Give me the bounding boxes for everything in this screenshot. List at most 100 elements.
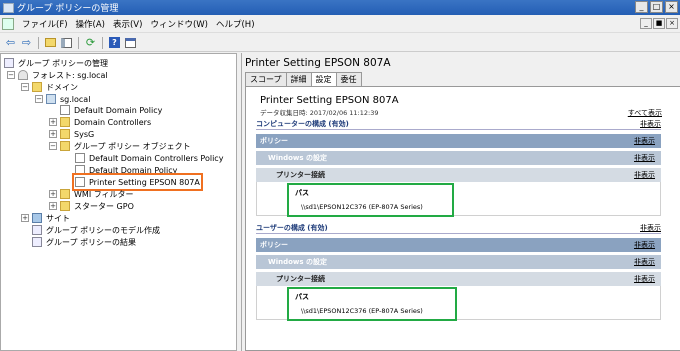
mmc-document-icon — [2, 17, 14, 30]
hide-link[interactable]: 非表示 — [634, 274, 655, 284]
details-title: Printer Setting EPSON 807A — [245, 57, 391, 69]
title-bar: グループ ポリシーの管理 _ □ × — [0, 0, 680, 15]
tree-root-label: グループ ポリシーの管理 — [18, 58, 109, 68]
section-label: コンピューターの構成 (有効) — [256, 120, 349, 128]
gpo-icon — [75, 165, 85, 175]
window-title: グループ ポリシーの管理 — [17, 4, 119, 14]
hide-link[interactable]: 非表示 — [634, 240, 655, 250]
tree-item-label: グループ ポリシーのモデル作成 — [46, 225, 161, 235]
collapse-icon[interactable]: − — [21, 83, 29, 91]
ou-icon — [60, 117, 70, 127]
collapse-icon[interactable]: − — [35, 95, 43, 103]
collapse-icon[interactable]: − — [7, 71, 15, 79]
modeling-icon — [32, 225, 42, 235]
hide-link[interactable]: 非表示 — [640, 119, 661, 129]
menu-window[interactable]: ウィンドウ(W) — [146, 18, 212, 30]
menu-view[interactable]: 表示(V) — [109, 18, 146, 30]
menu-help[interactable]: ヘルプ(H) — [212, 18, 259, 30]
tree-gpo-ddp[interactable]: Default Domain Policy — [75, 164, 177, 176]
toolbar: ⇦ ⇨ ⟳ ? — [0, 34, 680, 52]
tab-delegation[interactable]: 委任 — [335, 72, 362, 86]
close-button[interactable]: × — [665, 1, 678, 13]
tree-forest-label: フォレスト: sg.local — [32, 70, 108, 80]
expand-icon[interactable]: + — [21, 214, 29, 222]
expand-icon[interactable]: + — [49, 130, 57, 138]
bar-label: Windows の設定 — [268, 154, 327, 162]
details-pane: Printer Setting EPSON 807A スコープ 詳細 設定 委任… — [241, 53, 680, 351]
tree-item-label: Default Domain Controllers Policy — [89, 153, 224, 163]
hide-link[interactable]: 非表示 — [640, 223, 661, 233]
menu-bar: ファイル(F) 操作(A) 表示(V) ウィンドウ(W) ヘルプ(H) _ ■ … — [0, 15, 680, 33]
collapse-icon[interactable]: − — [49, 142, 57, 150]
tree-gpo-printer-setting[interactable]: Printer Setting EPSON 807A — [72, 173, 203, 191]
tree-gp-modeling[interactable]: グループ ポリシーのモデル作成 — [32, 224, 160, 236]
show-all-link[interactable]: すべて表示 — [628, 108, 662, 118]
printer-connections-bar: プリンター接続 非表示 — [256, 272, 661, 286]
gpo-icon — [75, 153, 85, 163]
tree-item-label: グループ ポリシーの結果 — [46, 237, 137, 247]
hide-link[interactable]: 非表示 — [634, 136, 655, 146]
up-folder-icon[interactable] — [44, 36, 57, 49]
settings-report: Printer Setting EPSON 807A データ収集日時: 2017… — [245, 86, 680, 351]
tree-gpo-ddcp[interactable]: Default Domain Controllers Policy — [75, 152, 223, 164]
tree-item-label: Default Domain Policy — [89, 165, 178, 175]
bar-label: プリンター接続 — [276, 275, 325, 283]
expand-icon[interactable]: + — [49, 190, 57, 198]
windows-settings-bar: Windows の設定 非表示 — [256, 255, 661, 269]
hide-link[interactable]: 非表示 — [634, 257, 655, 267]
properties-icon[interactable] — [124, 36, 137, 49]
help-icon[interactable]: ? — [108, 36, 121, 49]
mdi-restore-button[interactable]: ■ — [653, 18, 665, 29]
minimize-button[interactable]: _ — [635, 1, 648, 13]
tree-item-label: グループ ポリシー オブジェクト — [74, 141, 191, 151]
menu-file[interactable]: ファイル(F) — [18, 18, 72, 30]
bar-label: ポリシー — [260, 137, 288, 145]
highlight-box — [287, 183, 454, 217]
tree-domain-controllers[interactable]: + Domain Controllers — [49, 116, 151, 128]
report-title: Printer Setting EPSON 807A — [260, 95, 399, 106]
hide-link[interactable]: 非表示 — [634, 170, 655, 180]
mdi-minimize-button[interactable]: _ — [640, 18, 652, 29]
gpo-link-icon — [60, 105, 70, 115]
tree-gpo-objects[interactable]: − グループ ポリシー オブジェクト — [49, 140, 191, 152]
gpo-icon — [75, 177, 85, 187]
tree-sysg[interactable]: + SysG — [49, 128, 94, 140]
refresh-icon[interactable]: ⟳ — [84, 36, 97, 49]
tab-details[interactable]: 詳細 — [285, 72, 312, 86]
tree-default-domain-policy-link[interactable]: Default Domain Policy — [60, 104, 162, 116]
bar-label: プリンター接続 — [276, 171, 325, 179]
tree-root[interactable]: グループ ポリシーの管理 — [4, 57, 108, 69]
forward-icon[interactable]: ⇨ — [20, 36, 33, 49]
tree-item-label: WMI フィルター — [74, 189, 134, 199]
expand-icon[interactable]: + — [49, 118, 57, 126]
maximize-button[interactable]: □ — [650, 1, 663, 13]
folder-icon — [32, 82, 42, 92]
user-config-header: ユーザーの構成 (有効) 非表示 — [256, 223, 661, 234]
mdi-close-button[interactable]: × — [666, 18, 678, 29]
toolbar-separator — [38, 36, 39, 49]
expand-icon[interactable]: + — [49, 202, 57, 210]
tab-settings[interactable]: 設定 — [310, 72, 337, 87]
tree-domains[interactable]: − ドメイン — [21, 81, 78, 93]
menu-action[interactable]: 操作(A) — [72, 18, 109, 30]
tree-sites[interactable]: + サイト — [21, 212, 70, 224]
windows-settings-bar: Windows の設定 非表示 — [256, 151, 661, 165]
hide-link[interactable]: 非表示 — [634, 153, 655, 163]
tree-forest[interactable]: − フォレスト: sg.local — [7, 69, 108, 81]
policies-bar: ポリシー 非表示 — [256, 238, 661, 252]
results-icon — [32, 237, 42, 247]
tab-scope[interactable]: スコープ — [245, 72, 287, 86]
back-icon[interactable]: ⇦ — [4, 36, 17, 49]
policies-bar: ポリシー 非表示 — [256, 134, 661, 148]
domain-icon — [46, 94, 56, 104]
bar-label: Windows の設定 — [268, 258, 327, 266]
tree-wmi-filters[interactable]: + WMI フィルター — [49, 188, 134, 200]
show-hide-tree-icon[interactable] — [60, 36, 73, 49]
ou-icon — [60, 129, 70, 139]
gpmc-window: グループ ポリシーの管理 _ □ × ファイル(F) 操作(A) 表示(V) ウ… — [0, 0, 680, 351]
gpmc-app-icon — [3, 2, 14, 13]
tree-gp-results[interactable]: グループ ポリシーの結果 — [32, 236, 136, 248]
tree-item-label: スターター GPO — [74, 201, 134, 211]
tree-starter-gpo[interactable]: + スターター GPO — [49, 200, 134, 212]
tree-item-label: Domain Controllers — [74, 117, 152, 127]
